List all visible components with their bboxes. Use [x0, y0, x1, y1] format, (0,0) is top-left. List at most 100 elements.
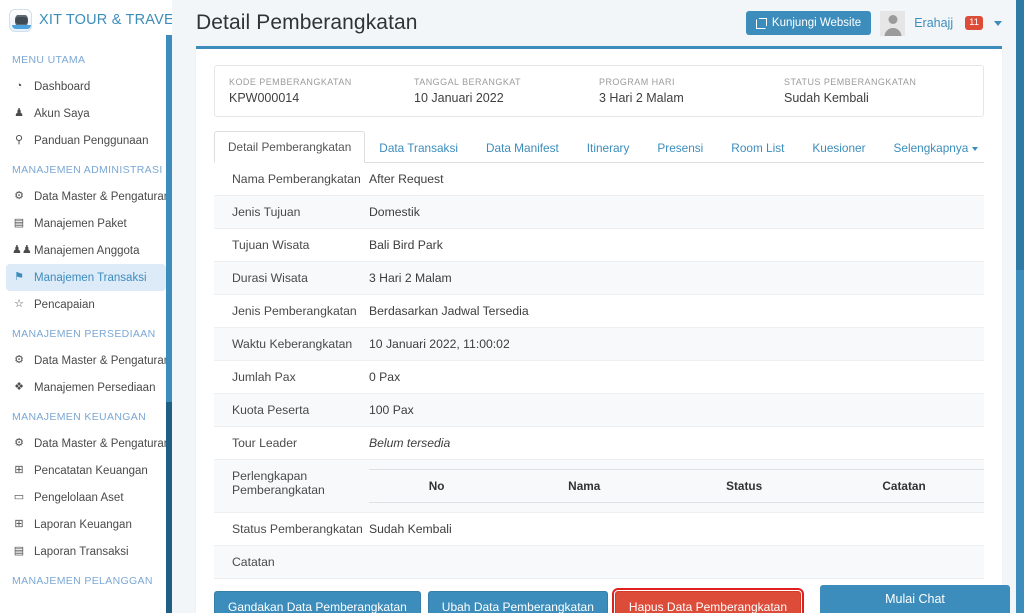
detail-row-value: Domestik: [369, 205, 420, 219]
info-cell: KODE PEMBERANGKATAN KPW000014: [229, 77, 414, 105]
briefcase-icon: ▭: [13, 491, 25, 503]
brand-name: XIT TOUR & TRAVEL: [39, 12, 172, 28]
book-icon: ▤: [13, 217, 25, 229]
detail-row-value: Bali Bird Park: [369, 238, 443, 252]
notification-badge[interactable]: 11: [965, 16, 983, 30]
tab-data-transaksi[interactable]: Data Transaksi: [365, 132, 472, 163]
column-header: No: [369, 469, 505, 503]
detail-row-value: [369, 546, 984, 579]
sidebar-scrollbar[interactable]: [165, 0, 172, 613]
info-cell-value: 3 Hari 2 Malam: [599, 91, 684, 105]
sidebar-item-pengelolaan-aset[interactable]: ▭ Pengelolaan Aset: [6, 484, 166, 511]
tab-label: Detail Pemberangkatan: [228, 140, 352, 154]
detail-row-label: Status Pemberangkatan: [232, 522, 363, 536]
sidebar-item-dashboard[interactable]: ◔ Dashboard: [6, 73, 166, 100]
table-row: Durasi Wisata 3 Hari 2 Malam: [214, 261, 984, 295]
sidebar-nav: MENU UTAMA ◔ Dashboard ♟ Akun Saya ⚲ Panduan P…: [0, 40, 172, 613]
sidebar-item-manajemen-anggota[interactable]: ♟♟ Manajemen Anggota: [6, 237, 166, 264]
chevron-down-icon[interactable]: [994, 20, 1002, 26]
sidebar-item-data-master-pengaturan[interactable]: ⚙ Data Master & Pengaturan: [6, 347, 170, 374]
column-header: Catatan: [824, 469, 984, 503]
gears-icon: ⚙: [14, 190, 24, 202]
table-row: Tour Leader Belum tersedia: [214, 427, 984, 460]
info-cell-label: PROGRAM HARI: [599, 77, 675, 87]
perlengkapan-label: Perlengkapan Pemberangkatan: [232, 469, 325, 497]
table-row: Kuota Peserta 100 Pax: [214, 393, 984, 427]
sidebar-item-label: Dashboard: [34, 80, 91, 93]
info-cell-label: STATUS PEMBERANGKATAN: [784, 77, 917, 87]
sidebar-item-label: Akun Saya: [34, 107, 90, 120]
perlengkapan-cell: No Nama Status Catatan: [369, 460, 984, 513]
chat-widget-button[interactable]: Mulai Chat: [820, 585, 1010, 613]
sidebar-item-pencapaian[interactable]: ☆ Pencapaian: [6, 291, 166, 318]
tab-label: Presensi: [657, 141, 704, 155]
detail-row-label: Kuota Peserta: [232, 403, 310, 417]
window-scrollbar-thumb[interactable]: [1016, 0, 1024, 270]
sidebar-item-manajemen-persediaan[interactable]: ❖ Manajemen Persediaan: [6, 374, 166, 401]
sidebar-item-laporan-keuangan[interactable]: ⊞ Laporan Keuangan: [6, 511, 166, 538]
visit-website-button[interactable]: Kunjungi Website: [745, 11, 872, 35]
table-row: Nama Pemberangkatan After Request: [214, 163, 984, 196]
app-root: XIT TOUR & TRAVEL MENU UTAMA ◔ Dashboard ♟ A…: [0, 0, 1024, 613]
avatar-icon[interactable]: [880, 10, 906, 36]
table-row: Status Pemberangkatan Sudah Kembali: [214, 513, 984, 546]
cart-icon: ⚑: [14, 271, 24, 283]
sidebar-item-label: Laporan Transaksi: [34, 545, 129, 558]
detail-row-label: Tour Leader: [232, 436, 298, 450]
topbar: Detail Pemberangkatan Kunjungi Website E…: [172, 0, 1024, 46]
delete-data-button[interactable]: Hapus Data Pemberangkatan: [611, 588, 805, 613]
sidebar-item-label: Panduan Penggunaan: [34, 134, 149, 147]
tab-label: Data Manifest: [485, 141, 559, 155]
sidebar-item-manajemen-paket[interactable]: ▤ Manajemen Paket: [6, 210, 166, 237]
sidebar-item-data-master-pengaturan[interactable]: ⚙ Data Master & Pengaturan: [6, 183, 170, 210]
sidebar-item-label: Laporan Keuangan: [34, 518, 132, 531]
main-area: Detail Pemberangkatan Kunjungi Website E…: [172, 0, 1024, 613]
tab-data-manifest[interactable]: Data Manifest: [472, 132, 573, 163]
window-scrollbar[interactable]: [1016, 0, 1024, 613]
table-row: Perlengkapan Pemberangkatan No Nama Status C…: [214, 459, 984, 513]
tab-itinerary[interactable]: Itinerary: [573, 132, 644, 163]
edit-data-button[interactable]: Ubah Data Pemberangkatan: [427, 591, 608, 613]
sidebar-item-label: Data Master & Pengaturan: [34, 190, 171, 203]
sidebar-item-laporan-transaksi[interactable]: ▤ Laporan Transaksi: [6, 538, 166, 565]
brand-header[interactable]: XIT TOUR & TRAVEL: [0, 0, 172, 40]
tab-room-list[interactable]: Room List: [717, 132, 798, 163]
user-name[interactable]: Erahajj: [914, 16, 953, 30]
sidebar-item-data-master-pengaturan[interactable]: ⚙ Data Master & Pengaturan: [6, 430, 170, 457]
tab-bar: Detail Pemberangkatan Data Transaksi Data …: [214, 131, 984, 163]
duplicate-data-button[interactable]: Gandakan Data Pemberangkatan: [214, 591, 421, 613]
money-icon: ⊞: [14, 464, 24, 476]
column-header: Nama: [504, 469, 665, 503]
sidebar-item-akun-saya[interactable]: ♟ Akun Saya: [6, 100, 166, 127]
detail-row-value: 100 Pax: [369, 403, 414, 417]
money-icon: ⊞: [14, 518, 24, 530]
info-cell-label: KODE PEMBERANGKATAN: [229, 77, 352, 87]
tab-label: Itinerary: [586, 141, 630, 155]
sidebar-item-manajemen-transaksi[interactable]: ⚑ Manajemen Transaksi: [6, 264, 166, 291]
dashboard-globe-icon: ◔: [15, 80, 23, 92]
info-cell-value: 10 Januari 2022: [414, 91, 504, 105]
detail-row-value: 10 Januari 2022, 11:00:02: [369, 337, 510, 351]
sidebar-item-label: Data Master & Pengaturan: [34, 354, 171, 367]
detail-row-label: Nama Pemberangkatan: [232, 172, 361, 186]
tab-presensi[interactable]: Presensi: [643, 132, 717, 163]
tab-detail-pemberangkatan[interactable]: Detail Pemberangkatan: [214, 131, 366, 163]
sidebar-item-pencatatan-keuangan[interactable]: ⊞ Pencatatan Keuangan: [6, 457, 166, 484]
info-cell: STATUS PEMBERANGKATAN Sudah Kembali: [784, 77, 969, 105]
perlengkapan-table: No Nama Status Catatan: [369, 469, 984, 503]
detail-row-label: Jenis Tujuan: [232, 205, 301, 219]
table-row: Jenis Tujuan Domestik: [214, 195, 984, 229]
info-cell-value: KPW000014: [229, 91, 300, 105]
boxes-icon: ❖: [14, 381, 24, 393]
info-cell-value: Sudah Kembali: [784, 91, 869, 105]
sidebar-item-panduan-penggunaan[interactable]: ⚲ Panduan Penggunaan: [6, 127, 166, 154]
sidebar-section-header: MENU UTAMA: [12, 54, 86, 66]
tab-label: Kuesioner: [812, 141, 866, 155]
detail-row-value: Berdasarkan Jadwal Tersedia: [369, 304, 529, 318]
page-title: Detail Pemberangkatan: [196, 11, 418, 34]
sidebar-item-label: Pengelolaan Aset: [34, 491, 124, 504]
tab-kuesioner[interactable]: Kuesioner: [798, 132, 879, 163]
tab-selengkapnya[interactable]: Selengkapnya: [880, 132, 993, 163]
user-icon: ♟: [14, 107, 24, 119]
sidebar-section-header: MANAJEMEN PERSEDIAAN: [12, 328, 156, 340]
